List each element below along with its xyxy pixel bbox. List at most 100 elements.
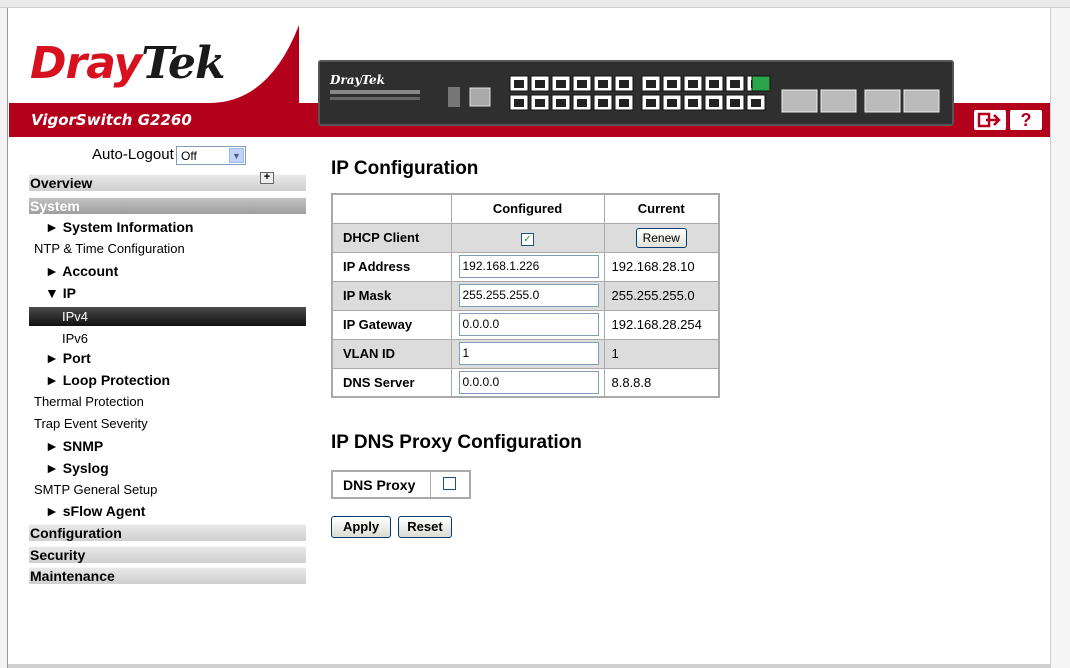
- port-socket: [577, 80, 587, 88]
- port-socket: [577, 99, 587, 107]
- sidebar-section-configuration[interactable]: Configuration: [29, 524, 306, 541]
- ethernet-ports: [509, 75, 771, 111]
- ip-mask-cell: 255.255.255.0: [450, 280, 605, 311]
- ip-mask-input[interactable]: 255.255.255.0: [458, 284, 599, 307]
- table-row: IP Address 192.168.1.226 192.168.28.10: [331, 251, 720, 282]
- page-title: IP Configuration: [331, 158, 479, 179]
- vlan-id-input[interactable]: 1: [458, 342, 599, 365]
- sidebar-item-ipv4[interactable]: IPv4: [62, 309, 88, 324]
- draytek-logo: DrayTek: [30, 38, 225, 89]
- autologout-select[interactable]: Off ▼: [176, 146, 246, 165]
- port-socket: [514, 80, 524, 88]
- dhcp-cell: ✓: [450, 222, 605, 253]
- ip-gateway-input[interactable]: 0.0.0.0: [458, 313, 599, 336]
- dns-server-label: DNS Server: [331, 367, 452, 398]
- dhcp-client-checkbox[interactable]: ✓: [521, 232, 534, 246]
- vlan-id-label: VLAN ID: [331, 338, 452, 369]
- ip-gateway-current: 192.168.28.254: [603, 309, 720, 340]
- sidebar-item-sflow-agent[interactable]: ► sFlow Agent: [45, 503, 145, 519]
- switch-ports-graphic: DrayTek: [329, 73, 940, 113]
- sidebar-item-thermal-protection[interactable]: Thermal Protection: [34, 394, 144, 409]
- sidebar-item-loop-protection[interactable]: ► Loop Protection: [45, 372, 170, 388]
- sidebar-item-snmp[interactable]: ► SNMP: [45, 438, 103, 454]
- dns-proxy-table: DNS Proxy: [331, 470, 471, 499]
- ip-mask-label: IP Mask: [331, 280, 452, 311]
- ip-address-cell: 192.168.1.226: [450, 251, 605, 282]
- sidebar-item-system-information[interactable]: ► System Information: [45, 219, 193, 235]
- window-bottom-edge: [8, 664, 1050, 668]
- dns-server-input[interactable]: 0.0.0.0: [458, 370, 599, 394]
- ip-gateway-label: IP Gateway: [331, 309, 452, 340]
- dns-proxy-title: IP DNS Proxy Configuration: [331, 432, 582, 453]
- port-socket: [688, 80, 698, 88]
- ip-config-table: Configured Current DHCP Client ✓ Renew I…: [331, 193, 720, 398]
- table-row: DNS Proxy: [331, 470, 471, 499]
- renew-cell: Renew: [603, 222, 720, 253]
- sidebar-item-ntp[interactable]: NTP & Time Configuration: [34, 241, 185, 256]
- column-configured: Configured: [450, 193, 605, 224]
- port-socket: [730, 99, 740, 107]
- sidebar-item-smtp[interactable]: SMTP General Setup: [34, 482, 157, 497]
- port-socket: [667, 99, 677, 107]
- port-socket: [709, 80, 719, 88]
- port-socket: [598, 80, 608, 88]
- port-socket: [619, 80, 629, 88]
- table-row: IP Mask 255.255.255.0 255.255.255.0: [331, 280, 720, 311]
- port-socket: [667, 80, 677, 88]
- vlan-id-current: 1: [603, 338, 720, 369]
- chevron-down-icon: ▼: [229, 148, 244, 163]
- table-header-row: Configured Current: [331, 193, 720, 224]
- table-row: DHCP Client ✓ Renew: [331, 222, 720, 253]
- ip-address-input[interactable]: 192.168.1.226: [458, 255, 599, 278]
- sidebar-item-trap-event-severity[interactable]: Trap Event Severity: [34, 416, 148, 431]
- apply-button[interactable]: Apply: [331, 516, 391, 538]
- expand-plus-icon[interactable]: +: [260, 172, 274, 184]
- table-row: DNS Server 0.0.0.0 8.8.8.8: [331, 367, 720, 398]
- autologout-value: Off: [181, 149, 197, 163]
- sidebar-item-syslog[interactable]: ► Syslog: [45, 460, 109, 476]
- port-socket: [535, 80, 545, 88]
- sidebar-section-security[interactable]: Security: [29, 546, 306, 563]
- port-socket: [751, 99, 761, 107]
- switch-front-panel-image: DrayTek: [318, 60, 954, 126]
- port-socket: [556, 99, 566, 107]
- port-socket: [598, 99, 608, 107]
- ip-address-current: 192.168.28.10: [603, 251, 720, 282]
- port-socket: [646, 99, 656, 107]
- port-socket: [514, 99, 524, 107]
- column-current: Current: [603, 193, 720, 224]
- vlan-id-cell: 1: [450, 338, 605, 369]
- sidebar-section-maintenance[interactable]: Maintenance: [29, 567, 306, 584]
- dhcp-client-label: DHCP Client: [331, 222, 452, 253]
- dns-server-cell: 0.0.0.0: [450, 367, 605, 398]
- active-port: [751, 75, 771, 92]
- reset-button[interactable]: Reset: [398, 516, 452, 538]
- dns-proxy-checkbox[interactable]: [443, 476, 457, 490]
- port-socket: [535, 99, 545, 107]
- ip-mask-current: 255.255.255.0: [603, 280, 720, 311]
- sidebar-section-system[interactable]: System: [29, 197, 306, 214]
- sidebar-item-ip[interactable]: ▼ IP: [45, 285, 76, 301]
- port-socket: [556, 80, 566, 88]
- port-socket: [709, 99, 719, 107]
- dns-server-current: 8.8.8.8: [603, 367, 720, 398]
- table-row: VLAN ID 1 1: [331, 338, 720, 369]
- device-brand-label: DrayTek: [329, 73, 385, 87]
- table-row: IP Gateway 0.0.0.0 192.168.28.254: [331, 309, 720, 340]
- header-empty: [331, 193, 452, 224]
- help-icon[interactable]: ?: [1010, 110, 1042, 130]
- sidebar-item-port[interactable]: ► Port: [45, 350, 91, 366]
- port-socket: [730, 80, 740, 88]
- autologout-label: Auto-Logout: [92, 146, 174, 163]
- port-socket: [646, 80, 656, 88]
- sidebar-item-ipv6[interactable]: IPv6: [62, 331, 88, 346]
- model-name: VigorSwitch G2260: [31, 111, 192, 129]
- dns-proxy-cell: [429, 470, 471, 499]
- port-socket: [619, 99, 629, 107]
- logout-icon[interactable]: [974, 110, 1006, 130]
- ip-gateway-cell: 0.0.0.0: [450, 309, 605, 340]
- renew-button[interactable]: Renew: [635, 227, 687, 248]
- dns-proxy-label: DNS Proxy: [331, 470, 431, 499]
- ip-address-label: IP Address: [331, 251, 452, 282]
- sidebar-item-account[interactable]: ► Account: [45, 263, 118, 279]
